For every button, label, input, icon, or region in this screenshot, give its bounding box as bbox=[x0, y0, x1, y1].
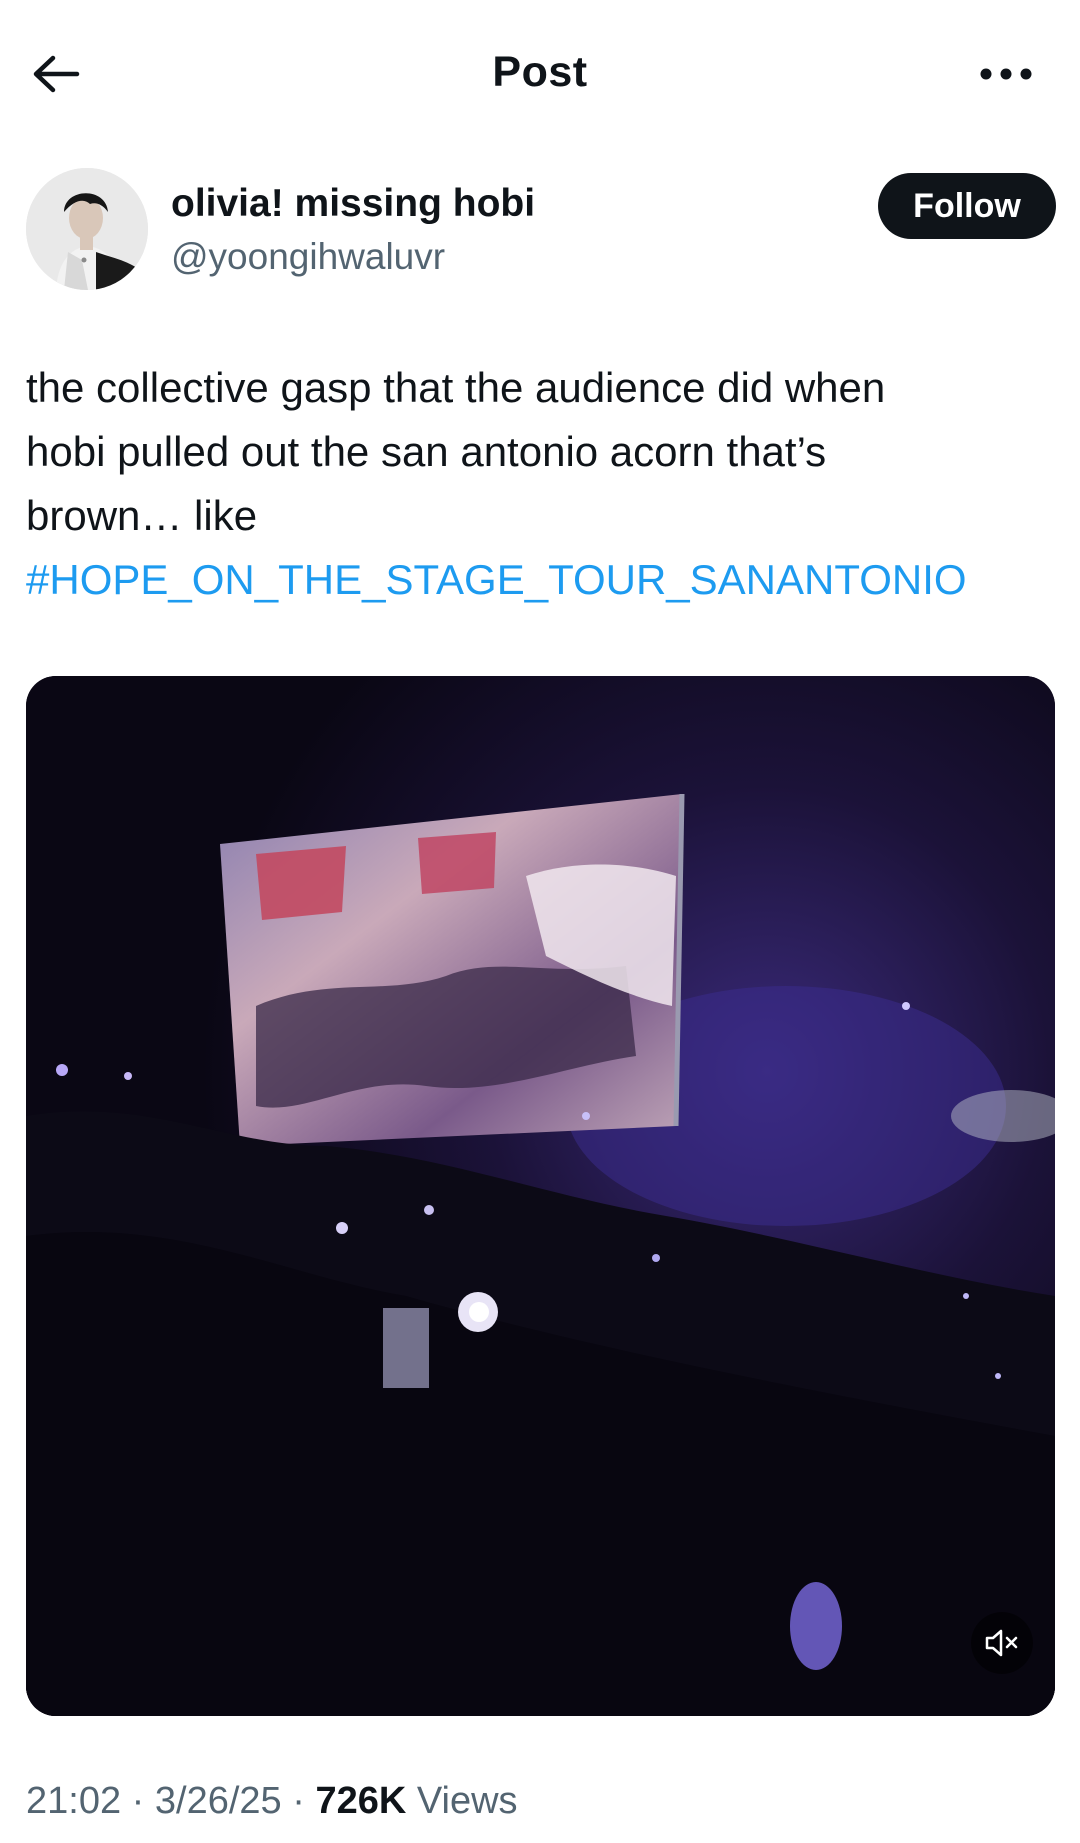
post-text-line: the collective gasp that the audience di… bbox=[26, 364, 886, 411]
hashtag-link[interactable]: #HOPE_ON_THE_STAGE_TOUR_SANANTONIO bbox=[26, 548, 1056, 612]
author-display-name[interactable]: olivia! missing hobi bbox=[171, 182, 535, 226]
meta-separator: · bbox=[292, 1780, 305, 1822]
post-time: 21:02 bbox=[26, 1780, 122, 1822]
post-text-line: hobi pulled out the san antonio acorn th… bbox=[26, 428, 827, 475]
author-row: olivia! missing hobi @yoongihwaluvr Foll… bbox=[26, 168, 1056, 292]
page-title: Post bbox=[492, 48, 588, 96]
top-bar: Post bbox=[0, 0, 1080, 150]
post-meta: 21:02 · 3/26/25 · 726K Views bbox=[26, 1780, 518, 1823]
views-label: Views bbox=[416, 1780, 518, 1822]
post-text-line: brown… like bbox=[26, 492, 258, 539]
post-date: 3/26/25 bbox=[154, 1780, 282, 1822]
video-frame bbox=[26, 676, 1055, 1716]
views-count: 726K bbox=[315, 1780, 407, 1822]
post-video[interactable] bbox=[26, 676, 1055, 1716]
more-options-button[interactable] bbox=[976, 52, 1036, 96]
more-horizontal-icon bbox=[980, 68, 1032, 80]
meta-separator: · bbox=[131, 1780, 145, 1822]
follow-button[interactable]: Follow bbox=[878, 173, 1056, 239]
post-text: the collective gasp that the audience di… bbox=[26, 356, 1056, 612]
author-handle[interactable]: @yoongihwaluvr bbox=[171, 236, 445, 278]
volume-muted-icon bbox=[985, 1629, 1018, 1657]
avatar[interactable] bbox=[26, 168, 148, 290]
avatar-photo bbox=[26, 168, 148, 290]
mute-toggle-button[interactable] bbox=[971, 1612, 1033, 1674]
